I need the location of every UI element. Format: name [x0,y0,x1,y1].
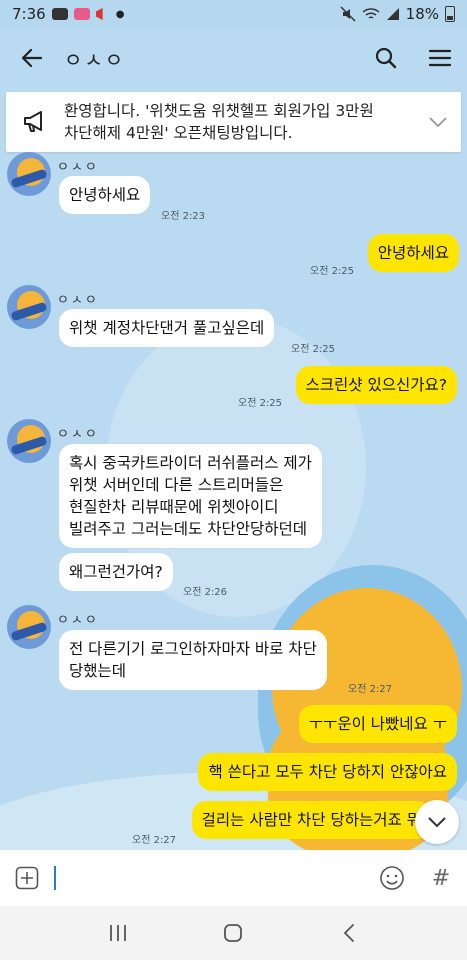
hashtag-button[interactable]: # [418,850,464,906]
outgoing-message[interactable]: ㅜㅜ운이 나빴네요 ㅜ [298,705,457,743]
back-icon [343,924,355,942]
back-arrow-icon [21,48,43,68]
avatar[interactable] [7,419,51,463]
sender-name: ㅇㅅㅇ [57,160,99,175]
search-icon [375,47,397,69]
app-icon [73,8,90,20]
megaphone-icon [6,92,64,152]
menu-button[interactable] [413,28,467,88]
notice-line: 환영합니다. '위챗도움 위챗헬프 회원가입 3만원 [64,102,374,120]
recent-apps-icon [109,925,126,941]
message-time: 오전 2:27 [132,835,177,846]
message-time: 오전 2:23 [161,211,206,222]
status-right: 18% [340,5,455,23]
sender-name: ㅇㅅㅇ [57,427,99,442]
message-line: 현질한차 리뷰때문에 위쳇아이디 [69,498,279,516]
incoming-message[interactable]: 전 다른기기 로그인하자마자 바로 차단 당했는데 [59,630,327,690]
chat-area[interactable]: ㅇㅅㅇ 안녕하세요 오전 2:23 안녕하세요 오전 2:25 ㅇㅅㅇ 위챗 계… [0,152,467,850]
battery-icon [445,6,455,22]
outgoing-message[interactable]: 걸리는 사람만 차단 당하는거죠 뭐 [191,801,431,839]
back-nav-button[interactable] [324,906,374,960]
status-left: 7:36 ● [12,5,124,23]
message-time: 오전 2:26 [183,587,228,598]
status-bar: 7:36 ● 18% [0,0,467,28]
message-line: 전 다른기기 로그인하자마자 바로 차단 [69,640,317,658]
chevron-down-icon [428,817,446,828]
chevron-down-icon [429,117,447,128]
message-time: 오전 2:25 [291,344,336,355]
message-line: 혹시 중국카트라이더 러쉬플러스 제가 [69,454,312,472]
message-input[interactable] [60,858,366,898]
recent-apps-button[interactable] [93,906,143,960]
notice-text: 환영합니다. '위챗도움 위챗헬프 회원가입 3만원 차단해제 4만원' 오픈채… [64,100,415,144]
incoming-message[interactable]: 왜그런건가여? [59,553,173,591]
youtube-icon [51,8,68,20]
input-bar: # [0,850,467,906]
menu-icon [429,49,451,67]
notice-line: 차단해제 4만원' 오픈채팅방입니다. [64,124,293,142]
header-actions [359,28,467,88]
incoming-message[interactable]: 안녕하세요 [59,176,151,214]
status-time: 7:36 [12,5,46,23]
avatar[interactable] [7,605,51,649]
outgoing-message[interactable]: 스크린샷 있으신가요? [295,366,457,404]
mute-icon [340,6,356,22]
emoji-icon [380,866,404,890]
attach-button[interactable] [0,850,54,906]
avatar[interactable] [7,152,51,196]
message-line: 위챗 서버인데 다른 스트리머들은 [69,476,284,494]
megaphone-icon [95,8,103,20]
outgoing-message[interactable]: 핵 쓴다고 모두 차단 당하지 안잖아요 [198,753,457,791]
sender-name: ㅇㅅㅇ [57,613,99,628]
scroll-down-button[interactable] [415,800,459,844]
avatar[interactable] [7,285,51,329]
chat-title: ㅇㅅㅇ [64,47,126,72]
message-line: 당했는데 [69,662,127,680]
message-line: 빌려주고 그러는데도 차단안당하던데 [69,520,308,538]
emoji-button[interactable] [366,850,418,906]
incoming-message[interactable]: 위챗 계정차단댄거 풀고싶은데 [59,309,275,347]
back-button[interactable] [0,28,64,88]
signal-icon [386,8,399,20]
outgoing-message[interactable]: 안녕하세요 [367,234,459,272]
sender-name: ㅇㅅㅇ [57,293,99,308]
message-time: 오전 2:27 [348,684,393,695]
text-cursor [54,866,56,890]
battery-text: 18% [405,5,439,23]
chat-header: ㅇㅅㅇ [0,28,467,88]
home-icon [224,924,243,942]
message-time: 오전 2:25 [310,266,355,277]
notice-expand-button[interactable] [415,92,461,152]
system-nav-bar [0,906,467,960]
wifi-icon [362,8,380,19]
search-button[interactable] [359,28,413,88]
incoming-message[interactable]: 혹시 중국카트라이더 러쉬플러스 제가 위챗 서버인데 다른 스트리머들은 현질… [59,444,322,548]
home-button[interactable] [208,906,258,960]
message-time: 오전 2:25 [238,398,283,409]
notice-banner[interactable]: 환영합니다. '위챗도움 위챗헬프 회원가입 3만원 차단해제 4만원' 오픈채… [6,92,461,152]
plus-icon [15,866,39,890]
notification-dot-icon: ● [115,8,125,20]
